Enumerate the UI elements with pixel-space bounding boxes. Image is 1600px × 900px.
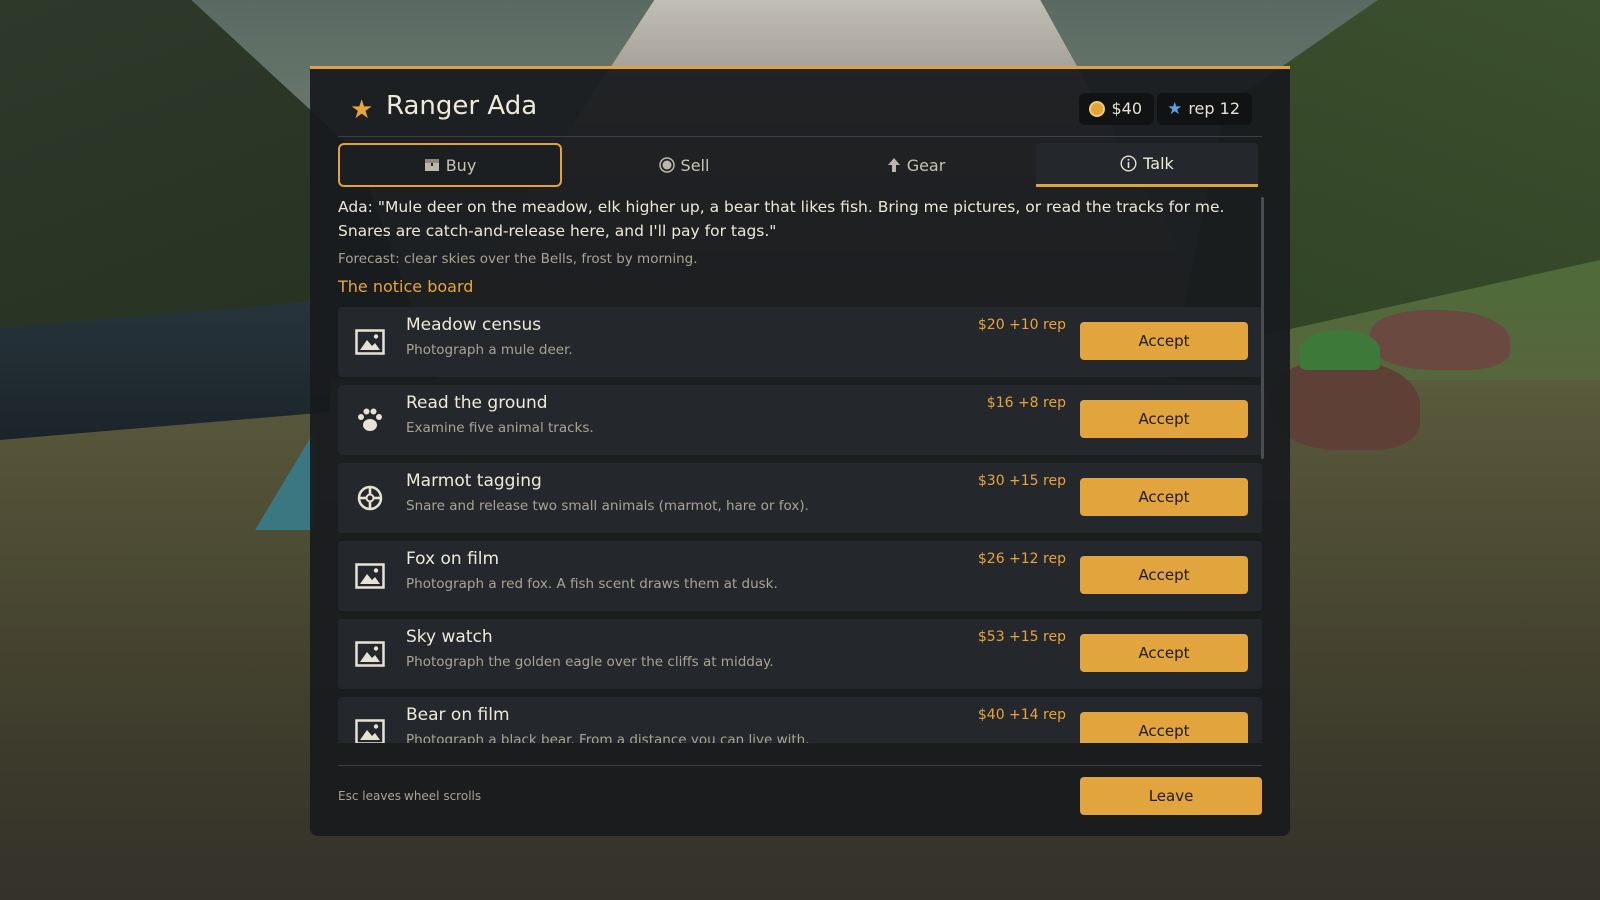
tab-label: Sell	[680, 155, 710, 175]
rock	[1270, 360, 1420, 450]
job-description: Photograph a black bear. From a distance…	[406, 732, 810, 743]
job-reward: $26 +12 rep	[977, 551, 1066, 567]
npc-name: Ranger Ada	[386, 91, 538, 121]
accept-button[interactable]: Accept	[1080, 400, 1248, 438]
job-list[interactable]: Meadow census Photograph a mule deer. $2…	[338, 307, 1262, 743]
job-reward: $40 +14 rep	[977, 707, 1066, 723]
job-description: Photograph the golden eagle over the cli…	[406, 654, 774, 670]
accept-button[interactable]: Accept	[1080, 634, 1248, 672]
coin-icon	[1089, 101, 1106, 117]
photo-icon	[354, 326, 386, 358]
job-row: Bear on film Photograph a black bear. Fr…	[338, 697, 1262, 743]
job-row: Fox on film Photograph a red fox. A fish…	[338, 541, 1262, 611]
job-title: Meadow census	[406, 315, 542, 335]
accept-button[interactable]: Accept	[1080, 712, 1248, 743]
accept-button[interactable]: Accept	[1080, 556, 1248, 594]
tab-label: Buy	[445, 155, 477, 175]
dialog-header: ★ Ranger Ada $40 ★ rep 12	[338, 87, 1262, 137]
info-icon	[1120, 155, 1137, 172]
rock	[1370, 310, 1510, 370]
leave-button[interactable]: Leave	[1080, 777, 1262, 815]
green-bush	[1300, 330, 1380, 370]
reputation-display: ★ rep 12	[1157, 93, 1252, 125]
tab-label: Talk	[1143, 154, 1174, 173]
paw-icon	[354, 404, 386, 436]
job-title: Read the ground	[406, 393, 548, 413]
job-title: Sky watch	[406, 627, 493, 647]
accept-button[interactable]: Accept	[1080, 478, 1248, 516]
hint-wheel: wheel scrolls	[404, 789, 482, 803]
notice-board-title: The notice board	[338, 277, 474, 296]
job-description: Photograph a mule deer.	[406, 342, 573, 358]
money-display: $40	[1079, 93, 1154, 125]
footer-divider	[338, 765, 1262, 766]
job-row: Marmot tagging Snare and release two sma…	[338, 463, 1262, 533]
money-value: $40	[1111, 99, 1142, 118]
job-description: Examine five animal tracks.	[406, 420, 594, 436]
job-title: Fox on film	[406, 549, 500, 569]
tab-gear[interactable]: Gear	[804, 143, 1028, 187]
tab-buy[interactable]: Buy	[338, 143, 562, 187]
job-row: Sky watch Photograph the golden eagle ov…	[338, 619, 1262, 689]
npc-dialogue: Ada: "Mule deer on the meadow, elk highe…	[338, 198, 1225, 240]
photo-icon	[354, 716, 386, 743]
crosshair-icon	[354, 482, 386, 514]
talk-content: Ada: "Mule deer on the meadow, elk highe…	[338, 195, 1262, 755]
tab-sell[interactable]: Sell	[572, 143, 796, 187]
job-reward: $30 +15 rep	[977, 473, 1066, 489]
job-reward: $20 +10 rep	[977, 317, 1066, 333]
job-row: Read the ground Examine five animal trac…	[338, 385, 1262, 455]
hint-esc: Esc leaves	[338, 789, 402, 803]
star-icon: ★	[350, 95, 374, 125]
rep-star-icon: ★	[1167, 99, 1183, 119]
job-reward: $16 +8 rep	[986, 395, 1066, 411]
job-description: Photograph a red fox. A fish scent draws…	[406, 576, 778, 592]
job-reward: $53 +15 rep	[977, 629, 1066, 645]
scrollbar[interactable]	[1261, 197, 1264, 459]
tab-bar: Buy Sell Gear Talk	[338, 143, 1262, 187]
chest-icon	[424, 159, 439, 171]
ranger-dialog-panel: ★ Ranger Ada $40 ★ rep 12 Buy Sell Gear T…	[310, 66, 1290, 836]
accept-button[interactable]: Accept	[1080, 322, 1248, 360]
job-description: Snare and release two small animals (mar…	[406, 498, 809, 514]
arrow-up-icon	[887, 158, 900, 172]
rep-value: rep 12	[1188, 99, 1240, 118]
tab-label: Gear	[906, 155, 946, 175]
job-row: Meadow census Photograph a mule deer. $2…	[338, 307, 1262, 377]
photo-icon	[354, 638, 386, 670]
job-title: Marmot tagging	[406, 471, 542, 491]
tab-talk[interactable]: Talk	[1036, 143, 1258, 187]
coin-icon	[658, 157, 675, 173]
photo-icon	[354, 560, 386, 592]
weather-forecast: Forecast: clear skies over the Bells, fr…	[338, 251, 698, 267]
job-title: Bear on film	[406, 705, 510, 725]
